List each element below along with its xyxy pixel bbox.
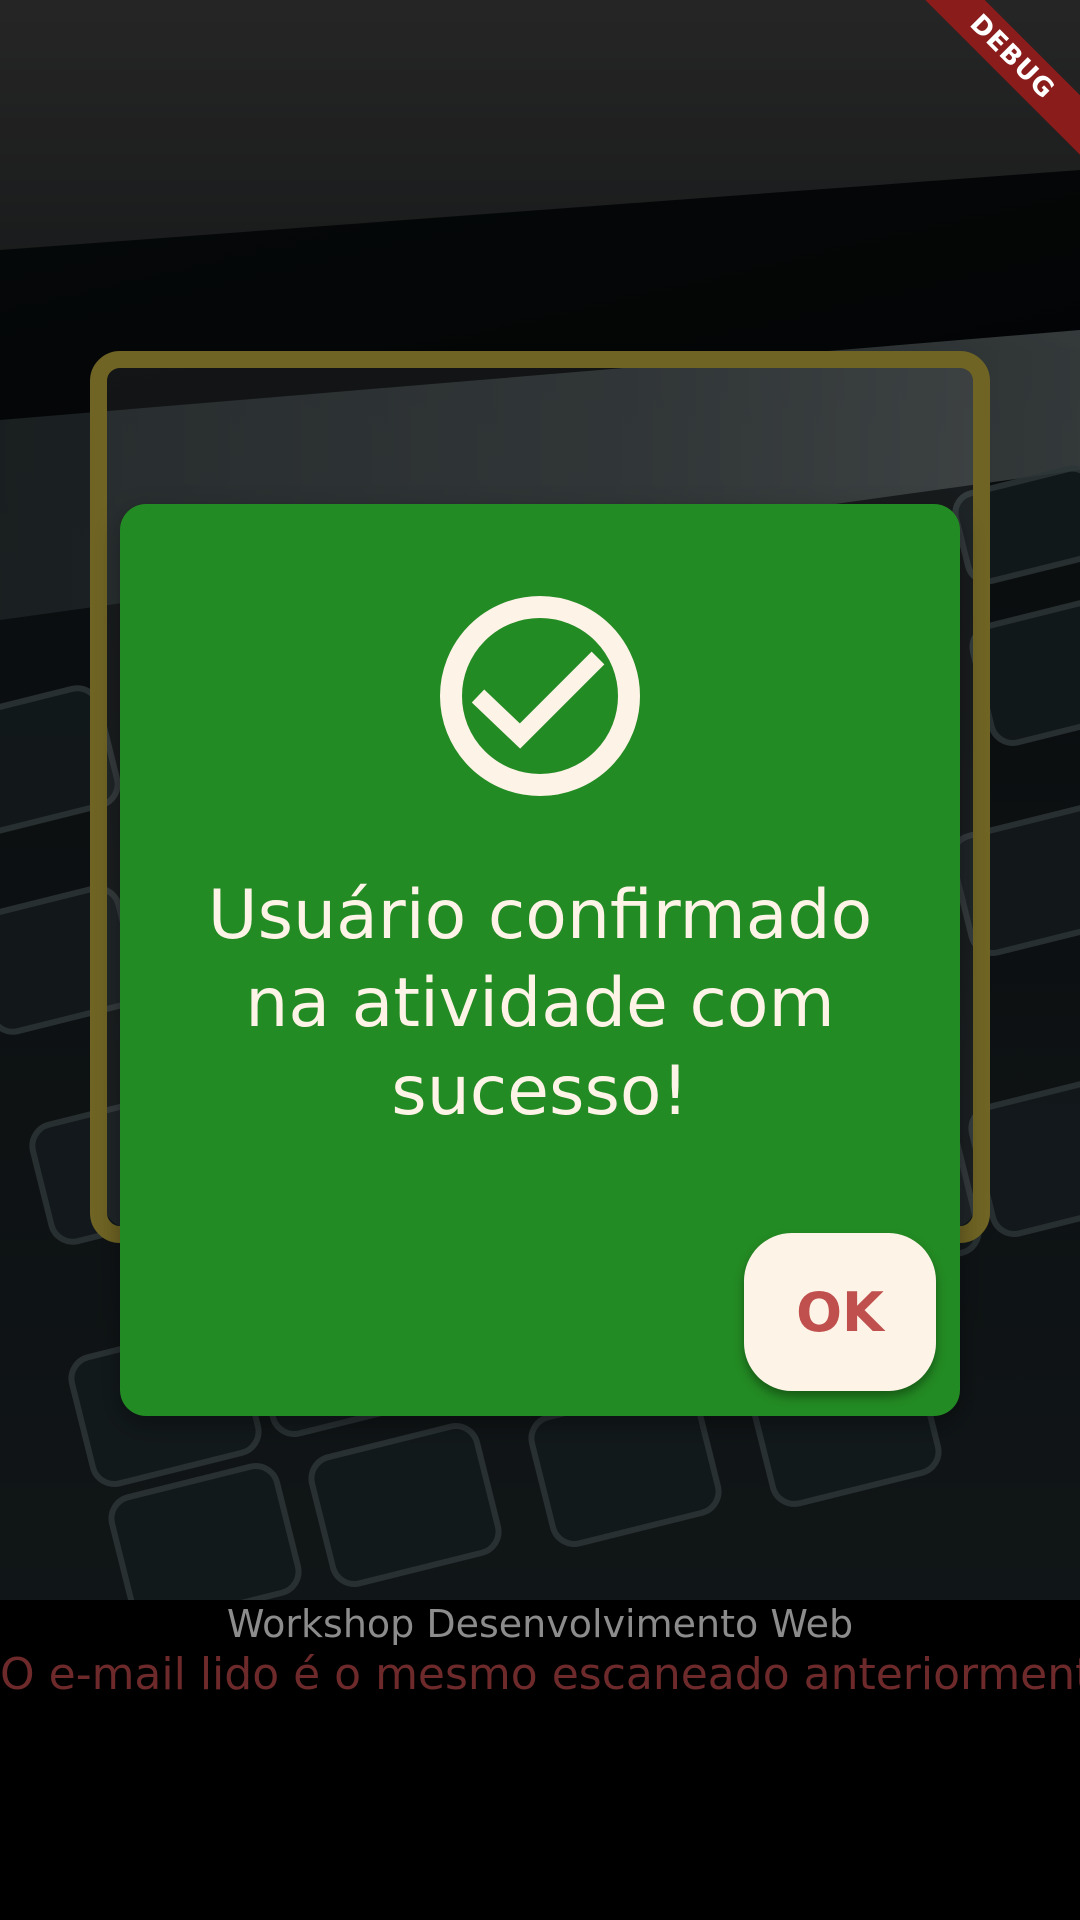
success-message: Usuário confirmado na atividade com suce… [207, 876, 873, 1131]
ok-button[interactable]: OK [744, 1233, 936, 1391]
success-dialog: Usuário confirmado na atividade com suce… [120, 504, 960, 1416]
app-screen: DEBUG Usuário confirmado na atividade co… [0, 0, 1080, 1920]
event-title: Workshop Desenvolvimento Web [226, 1602, 854, 1646]
check-circle-icon [440, 596, 640, 796]
footer-panel: Workshop Desenvolvimento Web O e-mail li… [0, 1600, 1080, 1920]
status-message: O e-mail lido é o mesmo escaneado anteri… [0, 1649, 1080, 1700]
